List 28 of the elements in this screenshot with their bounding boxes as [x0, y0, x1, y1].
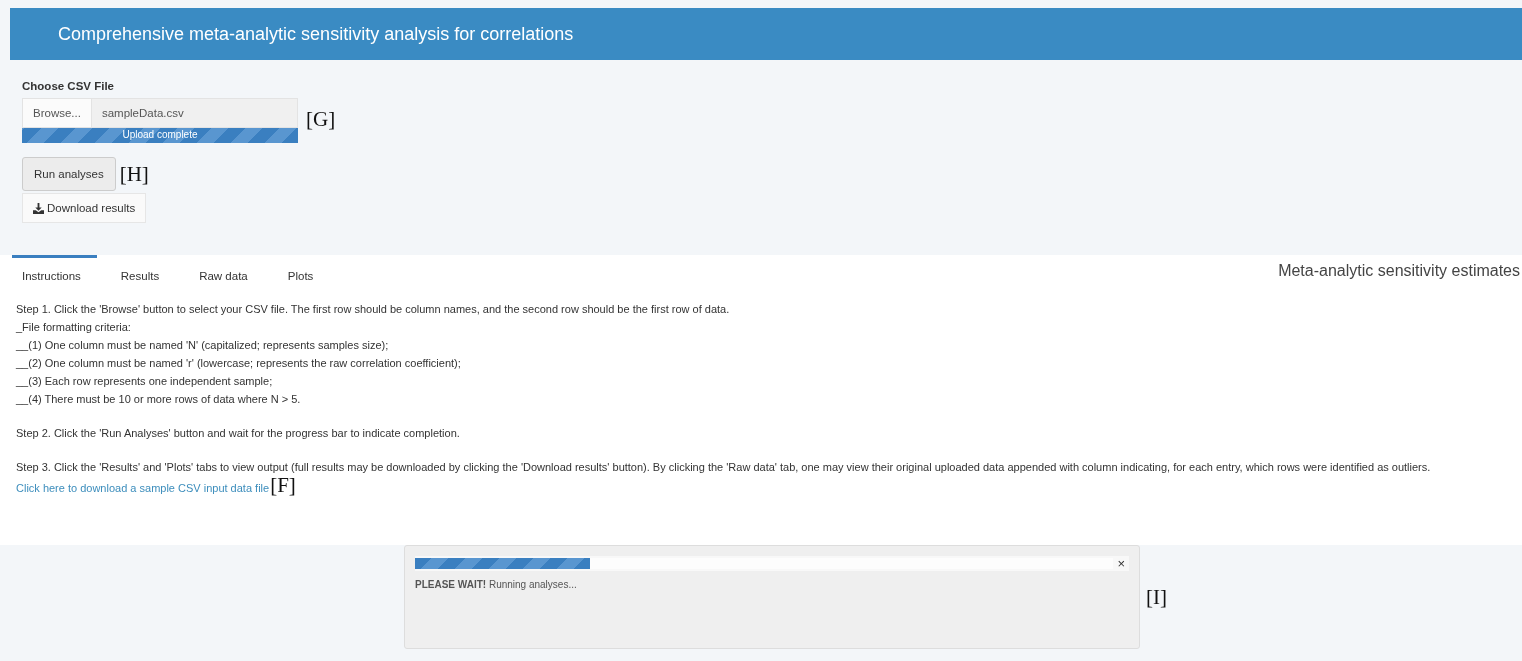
- callout-label: [G]: [306, 107, 336, 132]
- field-label: Choose CSV File: [22, 80, 115, 92]
- tab[interactable]: Plots: [277, 255, 330, 292]
- callout-label: [F]: [270, 473, 296, 497]
- instruction-line: Step 1. Click the 'Browse' button to select your CSV file. The first row should be column names, and the second row should be the first row of data.: [16, 302, 731, 317]
- download-button[interactable]: Download results: [22, 193, 147, 223]
- instruction-line: __(2) One column must be named 'r' (lowercase; represents the raw correlation coefficient);: [16, 356, 462, 371]
- browse-button[interactable]: Browse...: [22, 98, 92, 128]
- app-title: Comprehensive meta-analytic sensitivity analysis for correlations: [58, 23, 574, 45]
- panel-title: Meta-analytic sensitivity estimates: [1278, 261, 1521, 280]
- instruction-line: Step 2. Click the 'Run Analyses' button and wait for the progress bar to indicate completion.: [16, 426, 461, 441]
- sample-data-link[interactable]: Click here to download a sample CSV input data file: [16, 482, 270, 494]
- callout-label: [I]: [1146, 584, 1167, 610]
- instruction-line: __(3) Each row represents one independent sample;: [16, 374, 274, 389]
- instruction-line: _File formatting criteria:: [16, 320, 132, 335]
- close-button[interactable]: ×: [1113, 556, 1129, 571]
- callout-label: [H]: [119, 161, 149, 187]
- tab[interactable]: Results: [110, 255, 176, 292]
- progress-message: PLEASE WAIT! Running analyses...: [415, 579, 578, 590]
- upload-status: Upload complete: [121, 129, 199, 140]
- download-icon: [33, 202, 44, 214]
- tab[interactable]: Raw data: [189, 255, 264, 292]
- run-analyses-button[interactable]: Run analyses: [22, 157, 116, 191]
- instruction-line: __(4) There must be 10 or more rows of data where N > 5.: [16, 392, 302, 407]
- file-name-field[interactable]: sampleData.csv: [91, 98, 298, 128]
- instruction-line: __(1) One column must be named 'N' (capitalized; represents samples size);: [16, 338, 390, 353]
- tab[interactable]: Instructions: [12, 255, 97, 292]
- instruction-paragraph: Step 3. Click the 'Results' and 'Plots' tabs to view output (full results may be downloaded by clicking the 'Download results' button). By clicking the 'Raw data' tab, one may view their original uploaded data appended with column indicating, for each entry, which rows were identified as outliers. Click here to download a sample CSV input data file[F]: [16, 460, 1432, 497]
